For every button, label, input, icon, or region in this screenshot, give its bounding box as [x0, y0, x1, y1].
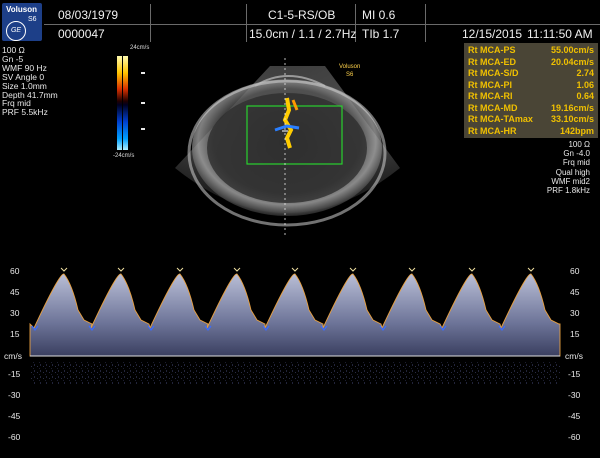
- bmode-image[interactable]: [175, 58, 415, 238]
- scale-tick-right: -30: [568, 390, 581, 400]
- color-doppler-params: 100 Ω Gn -5 WMF 90 Hz SV Angle 0 Size 1.…: [2, 46, 58, 117]
- velocity-unit-left: cm/s: [4, 351, 22, 361]
- scale-tick-left: 15: [10, 329, 20, 339]
- header-separator: [150, 4, 151, 42]
- peak-marker: [60, 267, 68, 272]
- header-separator: [246, 4, 247, 42]
- spectral-doppler-panel[interactable]: cm/s cm/s 60 45 30 15 -15 -30 -45 -60 60…: [0, 262, 600, 458]
- ge-logo-icon: GE: [6, 21, 26, 41]
- logo-brand: Voluson: [6, 5, 37, 14]
- patient-dob: 08/03/1979: [58, 8, 119, 22]
- scale-tick-left: 60: [10, 266, 20, 276]
- measurement-label: Rt MCA-ED: [468, 56, 516, 67]
- measurement-label: Rt MCA-RI: [468, 91, 513, 101]
- peak-marker: [527, 267, 535, 272]
- param-line: PRF 1.8kHz: [546, 186, 590, 196]
- colorbar-max-label: 24cm/s: [130, 45, 150, 51]
- measurement-panel: Rt MCA-PS 55.00cm/s Rt MCA-ED 20.04cm/s …: [464, 43, 598, 138]
- colorbar-tick: [141, 72, 145, 74]
- velocity-unit-right: cm/s: [565, 351, 583, 361]
- measurement-value: 55.00cm/s: [550, 45, 594, 55]
- peak-marker: [468, 267, 476, 272]
- color-velocity-bar: [117, 56, 128, 150]
- spectral-waveform: [29, 267, 561, 384]
- peak-marker: [291, 267, 299, 272]
- probe-preset: C1-5-RS/OB: [268, 8, 336, 22]
- peak-marker: [176, 267, 184, 272]
- colorbar-tick: [141, 128, 145, 130]
- param-line: PRF 5.5kHz: [2, 107, 48, 118]
- overlay-model: S6: [346, 72, 354, 78]
- measurement-value: 1.06: [576, 79, 594, 90]
- colorbar-tick: [141, 102, 145, 104]
- logo-model: S6: [28, 16, 37, 23]
- depth-info: 15.0cm / 1.1 / 2.7Hz: [249, 27, 357, 41]
- measurement-value: 20.04cm/s: [550, 56, 594, 67]
- measurement-value: 0.64: [576, 91, 594, 101]
- measurement-label: Rt MCA-TAmax: [468, 114, 533, 124]
- measurement-label: Rt MCA-PI: [468, 79, 512, 90]
- scale-tick-right: 30: [570, 308, 580, 318]
- scale-tick-right: -60: [568, 432, 581, 442]
- spectral-doppler-params: 100 Ω Gn -4.0 Frq mid Qual high WMF mid2…: [470, 140, 590, 195]
- scale-tick-right: -15: [568, 369, 581, 379]
- scale-tick-right: 15: [570, 329, 580, 339]
- scale-tick-left: -60: [8, 432, 21, 442]
- measurement-value: 142bpm: [559, 125, 594, 136]
- thermal-index: TIb 1.7: [362, 27, 400, 41]
- scale-tick-left: 30: [10, 308, 20, 318]
- colorbar-min-label: -24cm/s: [113, 153, 135, 159]
- scale-tick-right: 45: [570, 287, 580, 297]
- scale-tick-right: -45: [568, 411, 581, 421]
- peak-marker: [233, 267, 241, 272]
- measurement-value: 2.74: [576, 68, 594, 78]
- header-bar: Voluson S6 GE 08/03/1979 0000047 C1-5-RS…: [0, 0, 600, 44]
- measurement-value: 19.16cm/s: [550, 102, 594, 113]
- param-line: 100 Ω: [568, 140, 590, 149]
- overlay-brand: Voluson: [339, 64, 361, 70]
- exam-date: 12/15/2015: [462, 27, 523, 41]
- scale-tick-left: -45: [8, 411, 21, 421]
- measurement-label: Rt MCA-HR: [468, 125, 517, 136]
- header-separator: [425, 4, 426, 42]
- exam-time: 11:11:50 AM: [527, 27, 593, 41]
- peak-marker: [408, 267, 416, 272]
- measurement-label: Rt MCA-MD: [468, 102, 518, 113]
- scale-tick-left: -15: [8, 369, 21, 379]
- peak-marker: [117, 267, 125, 272]
- measurement-value: 33.10cm/s: [550, 114, 594, 124]
- param-line: WMF mid2: [551, 176, 590, 186]
- header-divider: [44, 24, 600, 25]
- peak-marker: [349, 267, 357, 272]
- measurement-label: Rt MCA-PS: [468, 45, 516, 55]
- voluson-logo: Voluson S6 GE: [2, 3, 42, 41]
- param-line: Gn -4.0: [563, 149, 590, 159]
- scale-tick-left: 45: [10, 287, 20, 297]
- mechanical-index: MI 0.6: [362, 8, 396, 22]
- scale-tick-right: 60: [570, 266, 580, 276]
- scale-tick-left: -30: [8, 390, 21, 400]
- patient-id: 0000047: [58, 27, 105, 41]
- param-line: Frq mid: [562, 158, 590, 168]
- measurement-label: Rt MCA-S/D: [468, 68, 519, 78]
- param-line: Qual high: [555, 167, 590, 177]
